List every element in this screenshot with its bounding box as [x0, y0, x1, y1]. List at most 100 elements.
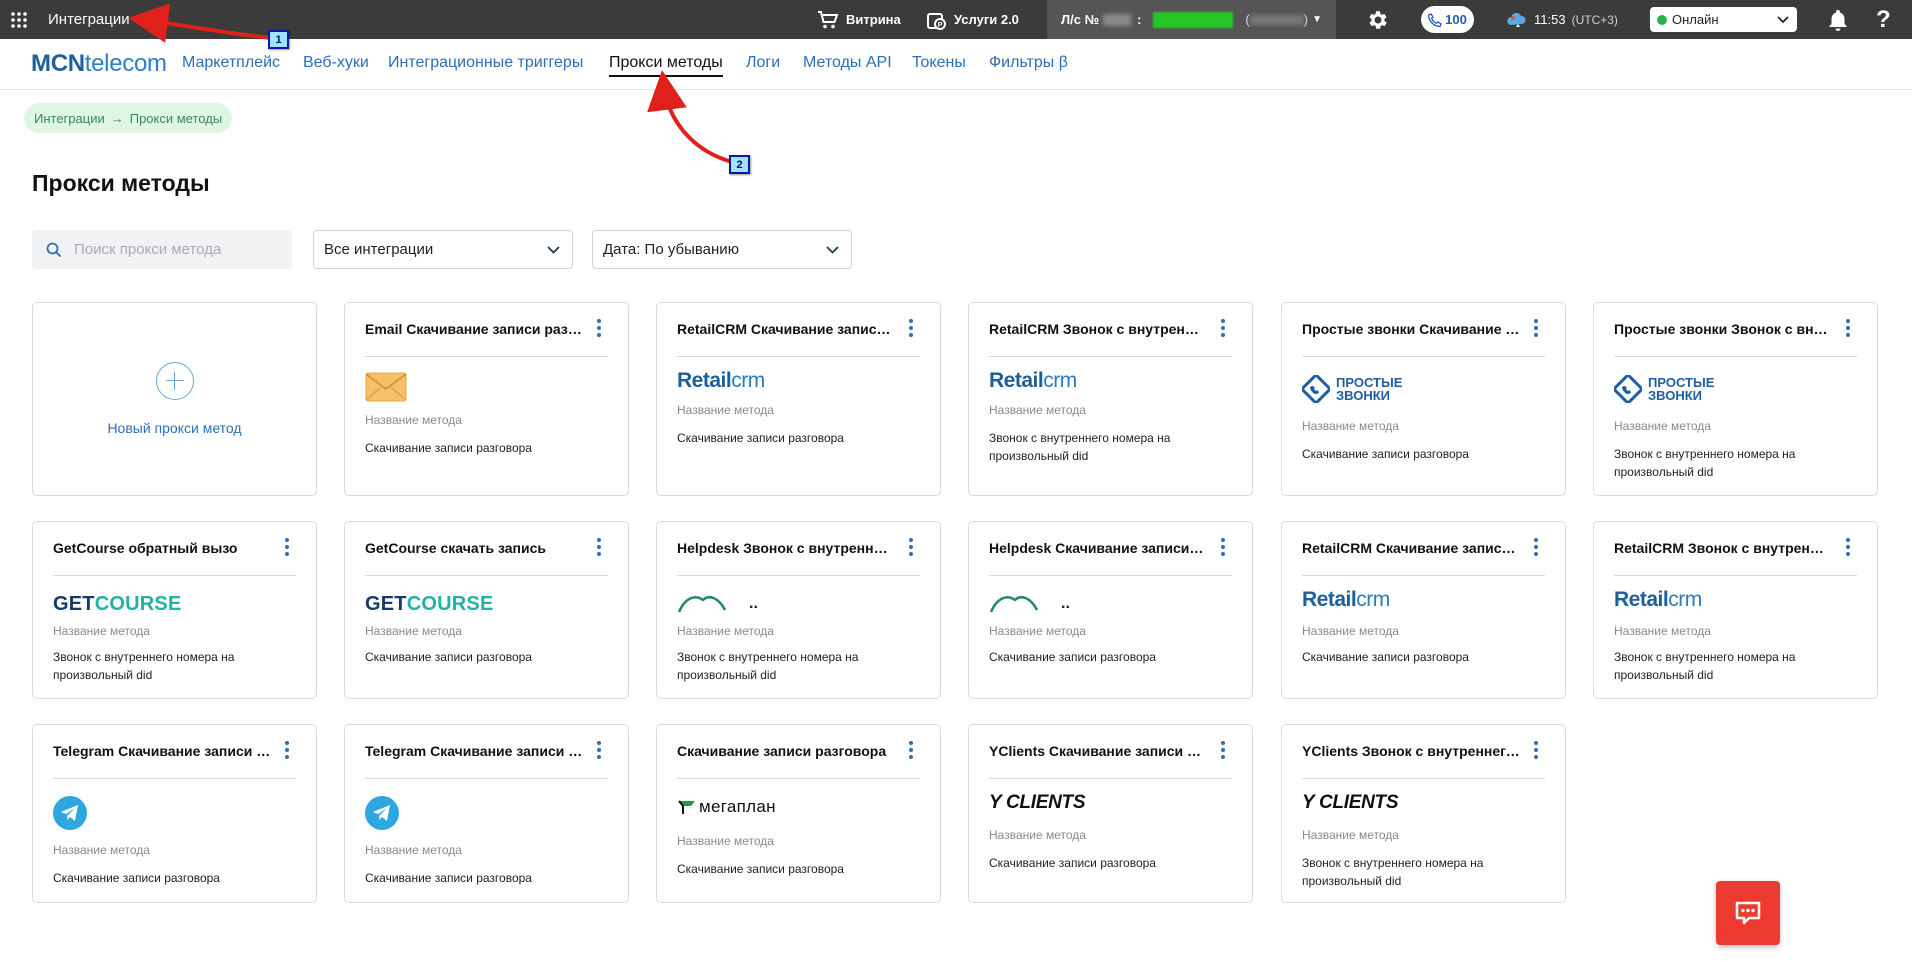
nav-filters[interactable]: Фильтры β	[989, 54, 1068, 72]
account-colon: :	[1137, 12, 1142, 27]
more-vert-icon[interactable]	[596, 538, 602, 556]
field-value: Скачивание записи разговора	[1302, 447, 1469, 461]
field-label: Название метода	[677, 403, 774, 417]
retail-etail: etail	[1628, 588, 1669, 611]
gear-icon[interactable]	[1366, 0, 1390, 39]
card-title: Простые звонки Скачивание записи	[1302, 321, 1520, 337]
nav-logs[interactable]: Логи	[746, 54, 780, 72]
proxy-method-card[interactable]: RetailCRM Скачивание записи разговора Re…	[656, 302, 941, 496]
nav-marketplace[interactable]: Маркетплейс	[182, 54, 280, 72]
nav-api-methods[interactable]: Методы API	[803, 54, 892, 72]
vitrina-link[interactable]: Витрина	[817, 0, 901, 39]
more-vert-icon[interactable]	[1533, 538, 1539, 556]
card-divider	[1614, 356, 1857, 357]
card-divider	[677, 575, 920, 576]
more-vert-icon[interactable]	[1533, 741, 1539, 759]
proxy-method-card[interactable]: Helpdesk Звонок с внутреннего номера .. …	[656, 521, 941, 699]
more-vert-icon[interactable]	[1220, 741, 1226, 759]
megaplan-mark-icon	[678, 800, 695, 814]
clock: 11:53 (UTC+3)	[1506, 0, 1618, 39]
more-vert-icon[interactable]	[596, 319, 602, 337]
more-vert-icon[interactable]	[1220, 538, 1226, 556]
new-proxy-method-card[interactable]: Новый прокси метод	[32, 302, 317, 496]
more-vert-icon[interactable]	[1220, 319, 1226, 337]
card-title: GetCourse скачать запись	[365, 540, 546, 556]
field-label: Название метода	[1302, 624, 1399, 638]
nav-tokens[interactable]: Токены	[912, 54, 966, 72]
proxy-method-card[interactable]: RetailCRM Звонок с внутреннего номера Re…	[968, 302, 1253, 496]
proxy-method-card[interactable]: Простые звонки Звонок с внутреннего ПРОС…	[1593, 302, 1878, 496]
getcourse-get: GET	[365, 592, 407, 615]
proxy-method-card[interactable]: RetailCRM Скачивание записи разговора Re…	[1281, 521, 1566, 699]
field-value: Звонок с внутреннего номера на произволь…	[53, 650, 235, 682]
account-selector[interactable]: Л/с № : ( ) ▼	[1047, 0, 1336, 39]
more-vert-icon[interactable]	[596, 741, 602, 759]
timezone: (UTC+3)	[1571, 12, 1618, 27]
logo-light: telecom	[84, 50, 167, 77]
field-value: Звонок с внутреннего номера на произволь…	[1302, 856, 1484, 888]
integration-select[interactable]: Все интеграции	[313, 230, 573, 269]
app-title[interactable]: Интеграции	[48, 0, 130, 39]
search-icon	[46, 242, 62, 257]
bell-icon[interactable]	[1828, 0, 1848, 39]
more-vert-icon[interactable]	[908, 319, 914, 337]
breadcrumb-arrow-icon: →	[110, 110, 124, 126]
proxy-method-card[interactable]: RetailCRM Звонок с внутреннего номера Re…	[1593, 521, 1878, 699]
services-label: Услуги 2.0	[954, 12, 1019, 27]
mcn-logo[interactable]: MCNtelecom	[31, 50, 167, 78]
more-vert-icon[interactable]	[908, 741, 914, 759]
time-value: 11:53	[1534, 12, 1566, 27]
helpdesk-logo: ..	[989, 584, 1070, 624]
phone-badge-icon	[1614, 375, 1642, 403]
prostye-zvonki-logo: ПРОСТЫЕ ЗВОНКИ	[1614, 369, 1714, 409]
nav-webhooks[interactable]: Веб-хуки	[303, 54, 369, 72]
proxy-method-card[interactable]: YClients Скачивание записи разговора Y C…	[968, 724, 1253, 903]
card-divider	[365, 356, 608, 357]
card-title: RetailCRM Скачивание записи разговора	[677, 321, 895, 337]
card-divider	[53, 575, 296, 576]
field-label: Название метода	[989, 624, 1086, 638]
status-select[interactable]: Онлайн	[1650, 7, 1797, 32]
more-vert-icon[interactable]	[1533, 319, 1539, 337]
field-label: Название метода	[365, 413, 462, 427]
sort-select[interactable]: Дата: По убыванию	[592, 230, 852, 269]
getcourse-logo: GETCOURSE	[365, 584, 494, 624]
proxy-method-card[interactable]: GetCourse скачать запись GETCOURSE Назва…	[344, 521, 629, 699]
calls-counter[interactable]: 100	[1421, 6, 1474, 33]
field-value: Скачивание записи разговора	[677, 862, 844, 876]
proxy-method-card[interactable]: YClients Звонок с внутреннего номера Y C…	[1281, 724, 1566, 903]
card-title: YClients Звонок с внутреннего номера	[1302, 743, 1520, 759]
breadcrumb-parent[interactable]: Интеграции	[34, 111, 105, 126]
yclients-logo: Y CLIENTS	[1302, 783, 1398, 823]
more-vert-icon[interactable]	[284, 538, 290, 556]
retailcrm-logo: Retailcrm	[677, 361, 765, 401]
proxy-method-card[interactable]: Telegram Скачивание записи разговора Наз…	[32, 724, 317, 903]
prostye-line2: ЗВОНКИ	[1648, 388, 1702, 403]
prostye-zvonki-logo: ПРОСТЫЕ ЗВОНКИ	[1302, 369, 1402, 409]
more-vert-icon[interactable]	[908, 538, 914, 556]
proxy-method-card[interactable]: Telegram Скачивание записи разговора Наз…	[344, 724, 629, 903]
more-vert-icon[interactable]	[1845, 319, 1851, 337]
card-divider	[365, 575, 608, 576]
proxy-method-card[interactable]: Helpdesk Скачивание записи разговора .. …	[968, 521, 1253, 699]
search-input[interactable]	[72, 240, 266, 259]
services-link[interactable]: P Услуги 2.0	[927, 0, 1019, 39]
card-divider	[1302, 356, 1545, 357]
more-vert-icon[interactable]	[1845, 538, 1851, 556]
vitrina-label: Витрина	[846, 12, 901, 27]
nav-proxy-methods[interactable]: Прокси методы	[609, 54, 723, 77]
chat-button[interactable]	[1716, 881, 1780, 945]
help-icon[interactable]: ?	[1876, 0, 1891, 39]
more-vert-icon[interactable]	[284, 741, 290, 759]
proxy-method-card[interactable]: Email Скачивание записи разговора Назван…	[344, 302, 629, 496]
apps-grid-icon[interactable]	[8, 0, 30, 39]
retailcrm-logo: Retailcrm	[1614, 580, 1702, 620]
proxy-method-card[interactable]: Простые звонки Скачивание записи ПРОСТЫЕ…	[1281, 302, 1566, 496]
search-box[interactable]	[32, 230, 292, 269]
field-label: Название метода	[365, 843, 462, 857]
proxy-method-card[interactable]: Скачивание записи разговора мегаплан Наз…	[656, 724, 941, 903]
retail-etail: etail	[1003, 369, 1044, 392]
field-value: Скачивание записи разговора	[989, 650, 1156, 664]
proxy-method-card[interactable]: GetCourse обратный вызо GETCOURSE Назван…	[32, 521, 317, 699]
nav-integration-triggers[interactable]: Интеграционные триггеры	[388, 54, 583, 72]
